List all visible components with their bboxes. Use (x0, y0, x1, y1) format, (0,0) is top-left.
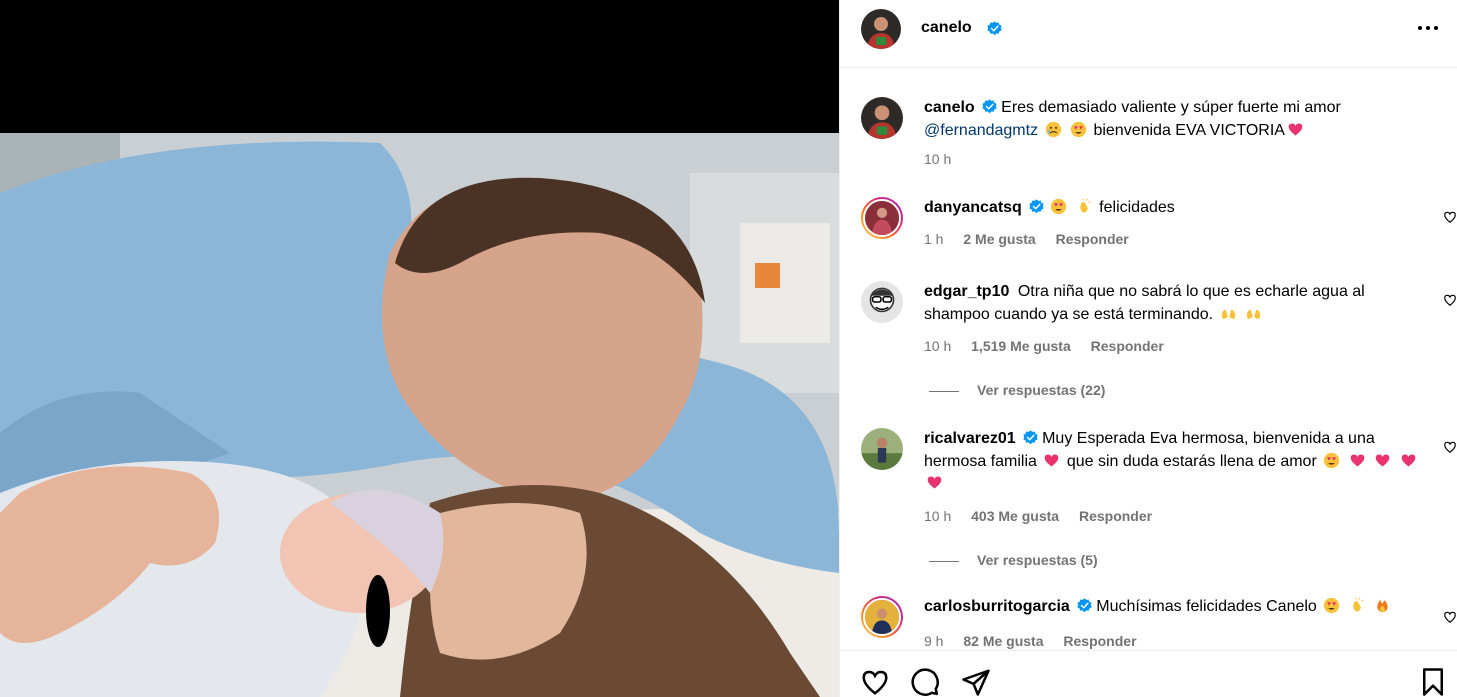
comment-text: ricalvarez01 Muy Esperada Eva hermosa, b… (924, 428, 1419, 496)
comment-likes[interactable]: 403 Me gusta (971, 508, 1059, 524)
reply-button[interactable]: Responder (1091, 338, 1164, 354)
pink-heart-emoji-icon (1288, 123, 1303, 135)
comment-body-part-2: que sin duda estarás llena de amor (1066, 452, 1317, 470)
pink-heart-emoji-icon (1401, 454, 1415, 466)
pink-heart-emoji-icon (1375, 454, 1390, 466)
heart-eyes-emoji-icon (1070, 121, 1087, 137)
view-replies-button[interactable]: Ver respuestas (22) (929, 382, 1105, 398)
like-comment-heart-icon[interactable] (1443, 293, 1457, 307)
caption-mention-link[interactable]: @fernandagmtz (924, 122, 1038, 139)
caption-text: canelo Eres demasiado valiente y súper f… (924, 97, 1419, 142)
view-replies-button[interactable]: Ver respuestas (5) (929, 552, 1098, 568)
clapping-hands-emoji-icon (1079, 198, 1091, 213)
pink-heart-emoji-icon (1045, 454, 1059, 466)
caption-meta: 10 h (924, 151, 967, 167)
caption-time[interactable]: 10 h (924, 151, 951, 167)
comment-time[interactable]: 1 h (924, 231, 943, 247)
caption-text-part-1: Eres demasiado valiente y súper fuerte m… (1001, 99, 1341, 116)
comment-meta: 10 h 1,519 Me gusta Responder (924, 338, 1180, 354)
comment-likes[interactable]: 1,519 Me gusta (971, 338, 1071, 354)
comment-text: carlosburritogarcia Muchísimas felicidad… (924, 596, 1419, 619)
commenter-avatar[interactable] (861, 428, 903, 470)
verified-badge-icon (1029, 199, 1044, 214)
raising-hands-emoji-icon (1246, 309, 1261, 319)
post-side-panel: canelo canelo Eres demasiado valiente y … (839, 0, 1457, 697)
author-avatar[interactable] (861, 9, 901, 49)
comment-likes[interactable]: 2 Me gusta (963, 231, 1035, 247)
replies-divider (929, 390, 959, 392)
comment-meta: 1 h 2 Me gusta Responder (924, 231, 1145, 247)
like-comment-heart-icon[interactable] (1443, 610, 1457, 624)
comment-time[interactable]: 9 h (924, 633, 943, 649)
verified-badge-icon (1023, 430, 1038, 445)
comment-username[interactable]: carlosburritogarcia (924, 598, 1070, 615)
comment-username[interactable]: edgar_tp10 (924, 283, 1009, 300)
comment-body: Muchísimas felicidades Canelo (1096, 598, 1317, 615)
comment-bubble-icon[interactable] (910, 667, 940, 697)
comment-text: edgar_tp10 Otra niña que no sabrá lo que… (924, 281, 1419, 326)
author-username[interactable]: canelo (921, 19, 972, 37)
crying-face-emoji-icon (1045, 121, 1061, 137)
more-options-icon[interactable] (1416, 18, 1440, 38)
comment-time[interactable]: 10 h (924, 338, 951, 354)
post-photo (0, 133, 839, 697)
share-paper-plane-icon[interactable] (961, 667, 991, 697)
heart-eyes-emoji-icon (1324, 597, 1340, 614)
pink-heart-emoji-icon (927, 476, 942, 489)
comment-body: felicidades (1099, 199, 1175, 216)
like-comment-heart-icon[interactable] (1443, 210, 1457, 224)
post-actions-bar (840, 650, 1457, 697)
comment-username[interactable]: ricalvarez01 (924, 430, 1016, 447)
verified-badge-icon (987, 21, 1002, 36)
save-bookmark-icon[interactable] (1418, 667, 1448, 697)
post-header: canelo (840, 0, 1457, 68)
reply-button[interactable]: Responder (1079, 508, 1152, 524)
comment-meta: 10 h 403 Me gusta Responder (924, 508, 1168, 524)
commenter-avatar-story-ring[interactable] (861, 596, 903, 638)
photo-illustration (0, 133, 839, 697)
heart-eyes-emoji-icon (1324, 452, 1340, 468)
reply-button[interactable]: Responder (1063, 633, 1136, 649)
heart-eyes-emoji-icon (1051, 198, 1067, 215)
comment-text: danyancatsq felicidades (924, 197, 1419, 220)
verified-badge-icon (1077, 598, 1092, 613)
caption-text-part-2: bienvenida EVA VICTORIA (1093, 121, 1285, 139)
clapping-hands-emoji-icon (1352, 597, 1364, 612)
view-replies-label[interactable]: Ver respuestas (5) (977, 552, 1098, 568)
caption-username[interactable]: canelo (924, 99, 975, 116)
comment-meta: 9 h 82 Me gusta Responder (924, 633, 1153, 649)
caption-avatar[interactable] (861, 97, 903, 139)
comment-username[interactable]: danyancatsq (924, 199, 1022, 216)
verified-badge-icon (982, 99, 997, 114)
pink-heart-emoji-icon (1350, 454, 1364, 466)
replies-divider (929, 560, 959, 562)
like-comment-heart-icon[interactable] (1443, 440, 1457, 454)
commenter-avatar[interactable] (861, 281, 903, 323)
post-media[interactable] (0, 0, 839, 697)
comment-time[interactable]: 10 h (924, 508, 951, 524)
like-heart-icon[interactable] (860, 667, 890, 697)
comment-likes[interactable]: 82 Me gusta (963, 633, 1043, 649)
raising-hands-emoji-icon (1221, 309, 1235, 319)
fire-emoji-icon (1377, 599, 1388, 613)
reply-button[interactable]: Responder (1056, 231, 1129, 247)
comments-list[interactable]: canelo Eres demasiado valiente y súper f… (840, 68, 1457, 650)
view-replies-label[interactable]: Ver respuestas (22) (977, 382, 1105, 398)
commenter-avatar-story-ring[interactable] (861, 197, 903, 239)
